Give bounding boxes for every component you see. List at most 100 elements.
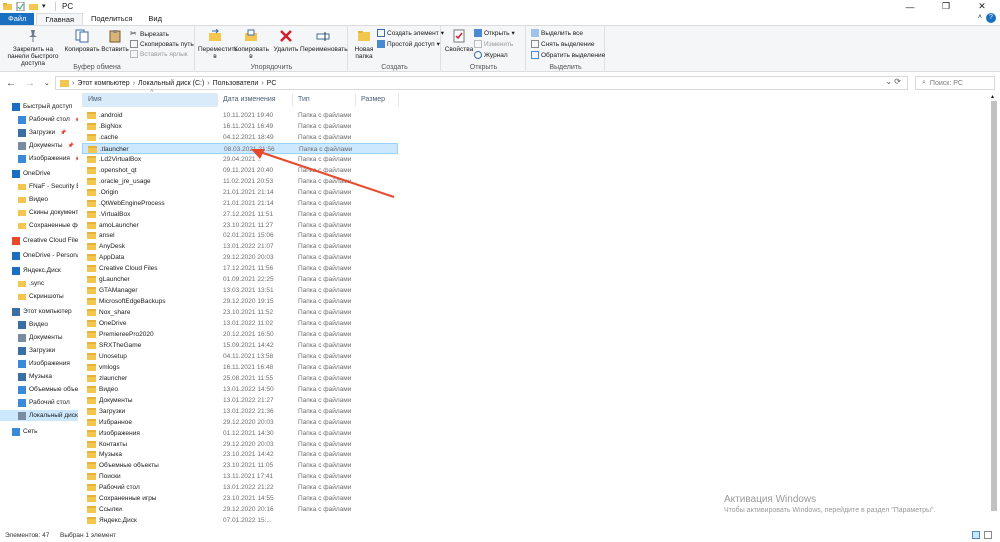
move-to-button[interactable]: Переместить в (198, 28, 238, 60)
easy-access-button[interactable]: Простой доступ ▾ (377, 40, 440, 48)
file-row[interactable]: AppData 29.12.2020 20:03 Папка с файлами (82, 252, 398, 263)
file-row[interactable]: Поиски 13.11.2021 17:41 Папка с файлами (82, 471, 398, 482)
file-row[interactable]: Unosetup 04.11.2021 13:58 Папка с файлами (82, 351, 398, 362)
nav-item[interactable]: Изображения 📌 (0, 153, 78, 164)
breadcrumb-users[interactable]: Пользователи (213, 80, 259, 87)
vertical-scrollbar[interactable]: ▴ (990, 93, 998, 530)
column-type[interactable]: Тип (298, 96, 310, 103)
column-date[interactable]: Дата изменения (223, 96, 276, 103)
new-item-button[interactable]: Создать элемент ▾ (377, 29, 444, 37)
large-icons-view-icon[interactable] (984, 531, 992, 539)
cut-button[interactable]: ✂ Вырезать (130, 30, 169, 38)
column-name[interactable]: Имя (82, 93, 217, 107)
nav-item[interactable]: Объемные объек (0, 384, 78, 395)
rename-button[interactable]: Переименовать (300, 29, 348, 53)
nav-item[interactable]: .sync (0, 278, 78, 289)
nav-item[interactable]: Creative Cloud Files (0, 235, 78, 246)
scroll-up-icon[interactable]: ▴ (991, 93, 994, 100)
file-row[interactable]: SRXTheGame 15.09.2021 14:42 Папка с файлам… (82, 340, 398, 351)
search-input[interactable]: ⌕ Поиск: PC (915, 76, 995, 90)
file-row[interactable]: GTAManager 13.03.2021 13:51 Папка с файлам… (82, 285, 398, 296)
nav-item[interactable]: Этот компьютер (0, 306, 78, 317)
file-row[interactable]: Избранное 29.12.2020 20:03 Папка с файлами (82, 417, 398, 428)
refresh-icon[interactable]: ⌄ ⟳ (885, 77, 901, 86)
nav-item[interactable]: OneDrive - Persona (0, 250, 78, 261)
file-row[interactable]: amoLauncher 23.10.2021 11:27 Папка с файла… (82, 220, 398, 231)
new-folder-icon[interactable] (29, 2, 38, 11)
file-row[interactable]: Яндекс.Диск 07.01.2022 15:... (82, 515, 398, 526)
column-divider[interactable] (355, 94, 356, 106)
file-row[interactable]: Ссылки 29.12.2020 20:16 Папка с файлами (82, 504, 398, 515)
breadcrumb-pc[interactable]: PC (267, 80, 277, 87)
nav-item[interactable]: Музыка (0, 371, 78, 382)
copy-to-button[interactable]: Копировать в (234, 29, 269, 60)
nav-item[interactable]: Изображения (0, 358, 78, 369)
address-bar[interactable]: › Этот компьютер › Локальный диск (C:) ›… (55, 76, 908, 90)
file-row[interactable]: ansel 02.01.2021 15:06 Папка с файлами (82, 230, 398, 241)
tab-home[interactable]: Главная (36, 13, 83, 25)
forward-arrow-icon[interactable]: → (25, 78, 35, 90)
close-button[interactable]: ✕ (964, 0, 1000, 13)
back-arrow-icon[interactable]: ← (6, 78, 16, 90)
nav-item[interactable]: Видео (0, 319, 78, 330)
select-all-button[interactable]: Выделить все (531, 29, 583, 37)
file-row[interactable]: gLauncher 01.09.2021 22:25 Папка с файлами (82, 274, 398, 285)
file-row[interactable]: .VirtualBox 27.12.2021 11:51 Папка с файла… (82, 209, 398, 220)
tab-view[interactable]: Вид (140, 13, 170, 25)
maximize-button[interactable]: ❐ (928, 0, 964, 13)
invert-selection-button[interactable]: Обратить выделение (531, 51, 605, 59)
collapse-ribbon-icon[interactable]: ˄ (978, 14, 982, 21)
tab-share[interactable]: Поделиться (83, 13, 140, 25)
properties-icon[interactable] (16, 1, 25, 12)
nav-item[interactable]: Документы 📌 (0, 140, 78, 151)
file-row[interactable]: MicrosoftEdgeBackups 29.12.2020 19:15 Папк… (82, 296, 398, 307)
breadcrumb-local-disk[interactable]: Локальный диск (C:) (138, 80, 204, 87)
open-button[interactable]: Открыть ▾ (474, 29, 515, 37)
copy-button[interactable]: Копировать (64, 29, 100, 53)
file-row[interactable]: Creative Cloud Files 17.12.2021 11:56 Папк… (82, 263, 398, 274)
file-row[interactable]: PremiereePro2020 20.12.2021 16:50 Папка с … (82, 329, 398, 340)
nav-item[interactable]: Яндекс.Диск (0, 265, 78, 276)
tab-file[interactable]: Файл (0, 13, 35, 25)
nav-item[interactable]: Скины документ (0, 207, 78, 218)
file-row[interactable]: Музыка 23.10.2021 14:42 Папка с файлами (82, 449, 398, 460)
history-button[interactable]: Журнал (474, 51, 508, 59)
nav-item[interactable]: Документы (0, 332, 78, 343)
help-icon[interactable]: ? (986, 13, 996, 23)
file-row[interactable]: Контакты 29.12.2020 20:03 Папка с файлами (82, 439, 398, 450)
properties-button[interactable]: Свойства (444, 29, 474, 53)
nav-item[interactable]: Сеть (0, 426, 78, 437)
file-row[interactable]: Изображения 01.12.2021 14:30 Папка с файла… (82, 428, 398, 439)
file-row[interactable]: AnyDesk 13.01.2022 21:07 Папка с файлами (82, 241, 398, 252)
column-divider[interactable] (398, 94, 399, 106)
file-row[interactable]: Видео 13.01.2022 14:50 Папка с файлами (82, 384, 398, 395)
delete-button[interactable]: Удалить (272, 29, 300, 53)
paste-button[interactable]: Вставить (100, 29, 130, 53)
file-row[interactable]: Объемные объекты 23.10.2021 11:05 Папка с … (82, 460, 398, 471)
nav-item[interactable]: Сохраненные фо (0, 220, 78, 231)
file-row[interactable]: Документы 13.01.2022 21:27 Папка с файлами (82, 395, 398, 406)
nav-item[interactable]: OneDrive (0, 168, 78, 179)
file-row[interactable]: zlauncher 25.08.2021 11:55 Папка с файлами (82, 373, 398, 384)
customize-chevron-icon[interactable]: ▾ (42, 2, 51, 11)
nav-item[interactable]: Скриншоты (0, 291, 78, 302)
nav-item[interactable]: Рабочий стол 📌 (0, 114, 78, 125)
file-row[interactable]: .cache 04.12.2021 18:49 Папка с файлами (82, 132, 398, 143)
details-view-icon[interactable] (972, 531, 980, 539)
select-none-button[interactable]: Снять выделение (531, 40, 595, 48)
file-row[interactable]: .BigNox 16.11.2021 16:49 Папка с файлами (82, 121, 398, 132)
breadcrumb-this-pc[interactable]: Этот компьютер (77, 80, 129, 87)
file-row[interactable]: vmlogs 16.11.2021 16:48 Папка с файлами (82, 362, 398, 373)
nav-item[interactable]: Локальный диск (0, 410, 78, 421)
column-size[interactable]: Размер (361, 96, 385, 103)
nav-item[interactable]: Видео (0, 194, 78, 205)
file-row[interactable]: Рабочий стол 13.01.2022 21:22 Папка с файл… (82, 482, 398, 493)
nav-item[interactable]: Рабочий стол (0, 397, 78, 408)
nav-item[interactable]: Загрузки (0, 345, 78, 356)
file-row[interactable]: Загрузки 13.01.2022 21:36 Папка с файлами (82, 406, 398, 417)
new-folder-button[interactable]: Новая папка (351, 29, 377, 60)
edit-button[interactable]: Изменить (474, 40, 513, 48)
pin-quick-access-button[interactable]: Закрепить на панели быстрого доступа (2, 29, 64, 67)
nav-item[interactable]: Быстрый доступ (0, 101, 78, 112)
scrollbar-thumb[interactable] (991, 101, 997, 511)
